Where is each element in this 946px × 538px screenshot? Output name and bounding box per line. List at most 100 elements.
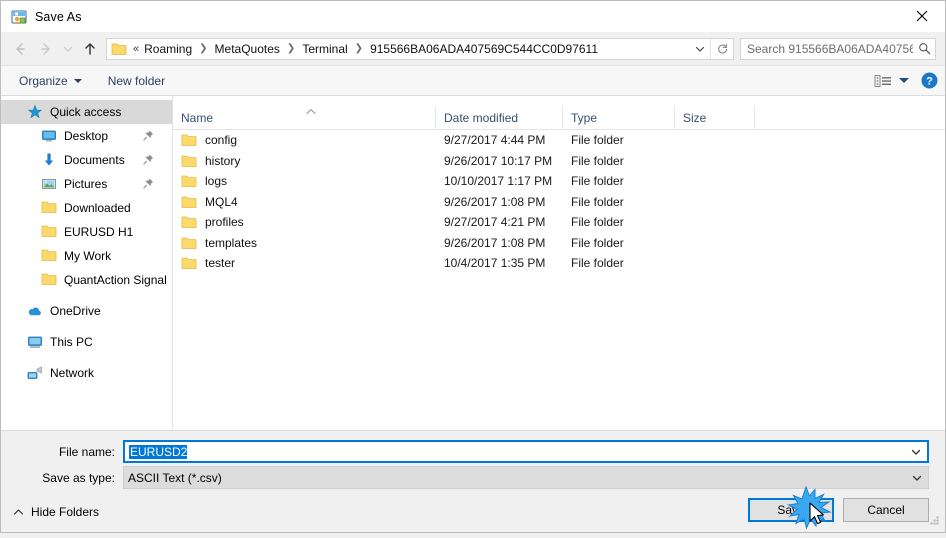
- chevron-right-icon[interactable]: ❯: [282, 43, 300, 54]
- filetype-label: Save as type:: [42, 470, 115, 485]
- file-list: Name Date modified Type Size config 9/27…: [173, 96, 945, 430]
- address-dropdown-button[interactable]: [690, 39, 710, 59]
- folder-icon: [41, 248, 57, 264]
- refresh-button[interactable]: [710, 38, 733, 59]
- footer: Hide Folders Save Cancel: [1, 492, 945, 532]
- table-row[interactable]: MQL4 9/26/2017 1:08 PM File folder: [173, 192, 945, 213]
- network-icon: [27, 365, 43, 381]
- file-date-modified: 10/10/2017 1:17 PM: [444, 174, 553, 189]
- folder-icon: [181, 154, 197, 168]
- sidebar-item-network[interactable]: Network: [1, 361, 172, 385]
- column-header-type[interactable]: Type: [563, 106, 675, 129]
- sidebar-item-this-pc[interactable]: This PC: [1, 330, 172, 354]
- file-name: history: [205, 153, 241, 168]
- breadcrumb-item-1[interactable]: MetaQuotes: [213, 41, 282, 57]
- arrow-left-icon: [16, 42, 25, 55]
- file-date-modified: 9/26/2017 1:08 PM: [444, 235, 546, 250]
- sidebar-item-pictures[interactable]: Pictures: [1, 172, 172, 196]
- column-header-size[interactable]: Size: [675, 106, 755, 129]
- filename-label: File name:: [58, 444, 115, 459]
- search-input[interactable]: Search 915566BA06ADA40756...: [740, 37, 936, 60]
- folder-icon: [181, 195, 197, 209]
- sidebar-item-label: Network: [50, 366, 95, 380]
- close-button[interactable]: [899, 1, 945, 31]
- hide-folders-button[interactable]: Hide Folders: [13, 505, 99, 519]
- file-date-modified: 10/4/2017 1:35 PM: [444, 256, 546, 271]
- file-type: File folder: [571, 256, 624, 271]
- pin-icon[interactable]: [143, 178, 154, 192]
- back-button[interactable]: [7, 36, 33, 62]
- table-row[interactable]: logs 10/10/2017 1:17 PM File folder: [173, 171, 945, 192]
- folder-icon: [41, 200, 57, 216]
- search-icon[interactable]: [913, 42, 935, 55]
- new-folder-button[interactable]: New folder: [100, 69, 173, 93]
- file-rows: config 9/27/2017 4:44 PM File folder his…: [173, 130, 945, 274]
- organize-button[interactable]: Organize: [11, 69, 90, 93]
- file-date-modified: 9/27/2017 4:44 PM: [444, 133, 546, 148]
- table-row[interactable]: templates 9/26/2017 1:08 PM File folder: [173, 233, 945, 254]
- save-button[interactable]: Save: [748, 498, 834, 522]
- sidebar-item-eurusd-h1[interactable]: EURUSD H1: [1, 220, 172, 244]
- sidebar-item-label: EURUSD H1: [64, 225, 134, 239]
- file-name: profiles: [205, 215, 244, 230]
- new-folder-label: New folder: [107, 73, 166, 88]
- arrow-up-icon: [85, 42, 95, 55]
- breadcrumb-item-2[interactable]: Terminal: [300, 41, 349, 57]
- sidebar-item-label: Quick access: [50, 105, 122, 119]
- table-row[interactable]: tester 10/4/2017 1:35 PM File folder: [173, 253, 945, 274]
- chevron-right-icon[interactable]: ❯: [194, 43, 212, 54]
- sidebar-item-quick-access[interactable]: Quick access: [1, 100, 172, 124]
- address-bar[interactable]: « Roaming ❯ MetaQuotes ❯ Terminal ❯ 9155…: [106, 37, 734, 60]
- search-placeholder: Search 915566BA06ADA40756...: [747, 41, 913, 56]
- sidebar-item-label: Pictures: [64, 177, 108, 191]
- chevron-down-icon: [63, 46, 73, 52]
- list-view-icon: [874, 74, 891, 87]
- sidebar-item-my-work[interactable]: My Work: [1, 244, 172, 268]
- up-button[interactable]: [77, 36, 103, 62]
- file-date-modified: 9/26/2017 10:17 PM: [444, 153, 553, 168]
- resize-grip[interactable]: [928, 513, 941, 529]
- pin-icon[interactable]: [143, 154, 154, 168]
- folder-icon: [181, 133, 197, 147]
- file-name: config: [205, 133, 238, 148]
- forward-button[interactable]: [33, 36, 59, 62]
- sidebar-item-downloaded[interactable]: Downloaded: [1, 196, 172, 220]
- help-button[interactable]: ?: [913, 66, 945, 95]
- sidebar-item-onedrive[interactable]: OneDrive: [1, 299, 172, 323]
- file-name: templates: [205, 235, 258, 250]
- chevron-up-icon: [13, 508, 24, 516]
- table-row[interactable]: config 9/27/2017 4:44 PM File folder: [173, 130, 945, 151]
- onedrive-icon: [27, 303, 43, 319]
- table-row[interactable]: profiles 9/27/2017 4:21 PM File folder: [173, 212, 945, 233]
- pin-icon[interactable]: [143, 130, 154, 144]
- star-icon: [27, 104, 43, 120]
- sidebar-item-quantaction-signal[interactable]: QuantAction Signal: [1, 268, 172, 292]
- breadcrumb-prefix[interactable]: «: [132, 43, 142, 55]
- thispc-icon: [27, 334, 43, 350]
- pictures-icon: [41, 176, 57, 192]
- chevron-down-icon: [911, 449, 921, 455]
- sidebar-item-label: QuantAction Signal: [64, 273, 167, 287]
- change-view-button[interactable]: [870, 69, 913, 93]
- recent-locations-button[interactable]: [59, 36, 77, 62]
- chevron-down-icon: [695, 46, 705, 52]
- folder-icon: [41, 224, 57, 240]
- filename-dropdown-button[interactable]: [905, 446, 927, 458]
- chevron-right-icon[interactable]: ❯: [350, 43, 368, 54]
- svg-text:?: ?: [926, 76, 933, 88]
- filetype-row: Save as type: ASCII Text (*.csv): [1, 466, 945, 489]
- filename-input[interactable]: EURUSD2: [123, 440, 929, 463]
- cancel-button[interactable]: Cancel: [843, 498, 929, 522]
- filetype-select[interactable]: ASCII Text (*.csv): [123, 466, 929, 489]
- breadcrumb-item-3[interactable]: 915566BA06ADA407569C544CC0D97611: [368, 41, 600, 57]
- file-type: File folder: [571, 235, 624, 250]
- filetype-dropdown-button[interactable]: [906, 472, 928, 484]
- sidebar-item-documents[interactable]: Documents: [1, 148, 172, 172]
- sidebar-item-label: Desktop: [64, 129, 109, 143]
- breadcrumb-item-0[interactable]: Roaming: [142, 41, 194, 57]
- table-row[interactable]: history 9/26/2017 10:17 PM File folder: [173, 151, 945, 172]
- column-header-date-modified[interactable]: Date modified: [436, 106, 563, 129]
- sidebar-item-label: Documents: [64, 153, 125, 167]
- sidebar-item-label: This PC: [50, 335, 93, 349]
- sidebar-item-desktop[interactable]: Desktop: [1, 124, 172, 148]
